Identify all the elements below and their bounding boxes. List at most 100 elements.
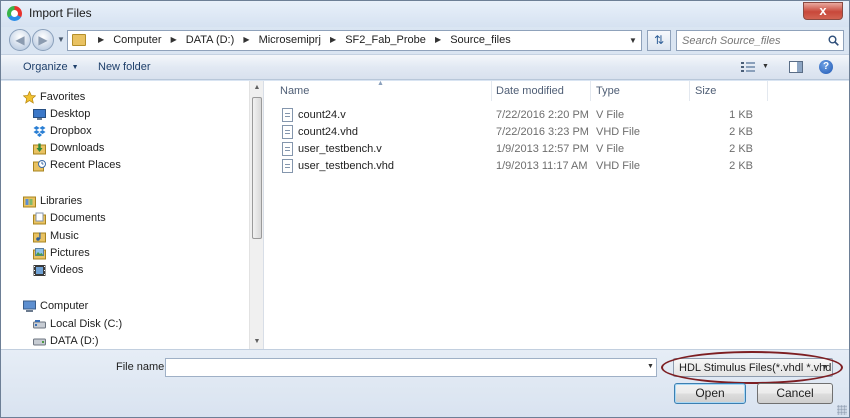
file-row[interactable]: user_testbench.v 1/9/2013 12:57 PM V Fil… [280, 141, 840, 158]
help-icon[interactable]: ? [819, 60, 833, 74]
breadcrumb-item-data-drive[interactable]: DATA (D:) [186, 34, 234, 46]
app-logo-icon [7, 6, 22, 21]
recent-places-icon [33, 160, 46, 172]
sidebar-group-label: Favorites [40, 91, 86, 103]
file-type: V File [596, 143, 625, 155]
chevron-down-icon: ▼ [821, 364, 828, 371]
title-bar: Import Files x [1, 1, 849, 27]
file-date: 1/9/2013 12:57 PM [496, 143, 589, 155]
address-bar[interactable]: ▶ Computer ▶ DATA (D:) ▶ Microsemiprj ▶ … [67, 30, 642, 51]
star-icon [23, 91, 36, 104]
file-type-filter-value: HDL Stimulus Files(*.vhdl *.vhd [679, 362, 832, 374]
file-name: user_testbench.vhd [298, 160, 395, 172]
file-date: 1/9/2013 11:17 AM [496, 160, 588, 172]
change-view-icon[interactable] [741, 61, 755, 73]
breadcrumb-item-source-files[interactable]: Source_files [450, 34, 511, 46]
file-row[interactable]: count24.v 7/22/2016 2:20 PM V File 1 KB [280, 107, 840, 124]
forward-button[interactable]: ▶ [32, 29, 54, 51]
main-area: Favorites Desktop Dropbox Downloads Rece… [1, 80, 849, 349]
column-header-label: Name [280, 85, 310, 97]
sidebar-item-label: Downloads [50, 142, 105, 154]
column-separator[interactable] [689, 81, 690, 101]
file-name-label: File name: [116, 361, 168, 373]
back-button[interactable]: ◀ [9, 29, 31, 51]
sidebar-item-label: Desktop [50, 108, 91, 120]
search-input[interactable] [677, 31, 825, 50]
column-header-size[interactable]: Size [695, 85, 716, 97]
documents-icon [33, 212, 46, 225]
file-row[interactable]: user_testbench.vhd 1/9/2013 11:17 AM VHD… [280, 158, 840, 175]
sidebar-item-label: Dropbox [50, 125, 92, 137]
file-type: V File [596, 109, 625, 121]
column-separator[interactable] [590, 81, 591, 101]
view-options-dropdown[interactable]: ▼ [762, 63, 769, 70]
file-name-input[interactable] [165, 358, 657, 377]
computer-icon [23, 300, 36, 312]
sidebar-item-label: Pictures [50, 247, 90, 259]
sidebar-item-label: Documents [50, 212, 106, 224]
column-header-date[interactable]: Date modified [496, 85, 564, 97]
command-toolbar: Organize ▼ New folder ▼ ? [1, 54, 849, 80]
sidebar-scrollbar[interactable]: ▲ ▼ [249, 81, 263, 349]
sort-ascending-icon: ▲ [377, 80, 384, 87]
dialog-footer: File name: ▼ HDL Stimulus Files(*.vhdl *… [1, 349, 849, 417]
drive-icon [33, 320, 46, 329]
sidebar-item-label: Videos [50, 264, 84, 276]
refresh-icon: ⇅ [653, 33, 665, 47]
downloads-icon [33, 143, 46, 155]
column-separator[interactable] [767, 81, 768, 101]
chevron-right-icon[interactable]: ▶ [171, 35, 177, 44]
pictures-icon [33, 248, 46, 260]
column-header-type[interactable]: Type [596, 85, 620, 97]
breadcrumb: ▶ Computer ▶ DATA (D:) ▶ Microsemiprj ▶ … [92, 34, 511, 46]
file-row[interactable]: count24.vhd 7/22/2016 3:23 PM VHD File 2… [280, 124, 840, 141]
scroll-thumb[interactable] [252, 97, 262, 239]
close-button[interactable]: x [803, 2, 843, 20]
file-icon [282, 125, 293, 139]
import-files-dialog: Import Files x ◀ ▶ ▼ ▶ Computer ▶ DATA (… [0, 0, 850, 418]
column-separator[interactable] [491, 81, 492, 101]
dropbox-icon [33, 126, 46, 137]
refresh-button[interactable]: ⇅ [647, 30, 671, 51]
file-icon [282, 108, 293, 122]
file-size: 1 KB [729, 109, 753, 121]
file-size: 2 KB [729, 126, 753, 138]
preview-pane-icon[interactable] [789, 61, 803, 73]
recent-locations-dropdown[interactable]: ▼ [57, 35, 65, 45]
breadcrumb-item-microsemiprj[interactable]: Microsemiprj [259, 34, 321, 46]
navigation-pane: Favorites Desktop Dropbox Downloads Rece… [1, 81, 263, 349]
cancel-button[interactable]: Cancel [757, 383, 833, 404]
breadcrumb-item-sf2-fab-probe[interactable]: SF2_Fab_Probe [345, 34, 426, 46]
column-header-name[interactable]: Name [280, 85, 309, 97]
scroll-up-arrow-icon[interactable]: ▲ [250, 81, 264, 95]
file-name: count24.vhd [298, 126, 358, 138]
open-button[interactable]: Open [674, 383, 746, 404]
chevron-right-icon[interactable]: ▶ [243, 35, 249, 44]
search-icon[interactable] [828, 35, 839, 46]
file-name: user_testbench.v [298, 143, 382, 155]
file-size: 2 KB [729, 160, 753, 172]
sidebar-item-label: Recent Places [50, 159, 121, 171]
resize-grip-icon[interactable] [837, 405, 847, 415]
organize-button[interactable]: Organize ▼ [23, 61, 79, 73]
desktop-icon [33, 109, 46, 120]
file-type: VHD File [596, 160, 641, 172]
file-icon [282, 159, 293, 173]
folder-icon [72, 34, 86, 46]
breadcrumb-item-computer[interactable]: Computer [113, 34, 161, 46]
videos-icon [33, 265, 46, 276]
address-dropdown-button[interactable]: ▼ [625, 31, 641, 50]
file-name-dropdown[interactable]: ▼ [647, 363, 654, 370]
file-type-filter-select[interactable]: HDL Stimulus Files(*.vhdl *.vhd ▼ [673, 358, 833, 377]
file-date: 7/22/2016 3:23 PM [496, 126, 589, 138]
scroll-down-arrow-icon[interactable]: ▼ [250, 335, 264, 349]
sidebar-item-label: Local Disk (C:) [50, 318, 123, 330]
navigation-bar: ◀ ▶ ▼ ▶ Computer ▶ DATA (D:) ▶ Microsemi… [1, 27, 849, 53]
chevron-right-icon[interactable]: ▶ [435, 35, 441, 44]
new-folder-button[interactable]: New folder [98, 61, 151, 73]
sidebar-item-label: Music [50, 230, 79, 242]
sidebar-item-label: DATA (D:) [50, 335, 99, 347]
chevron-down-icon: ▼ [71, 64, 79, 71]
chevron-right-icon[interactable]: ▶ [330, 35, 336, 44]
search-box[interactable] [676, 30, 844, 51]
